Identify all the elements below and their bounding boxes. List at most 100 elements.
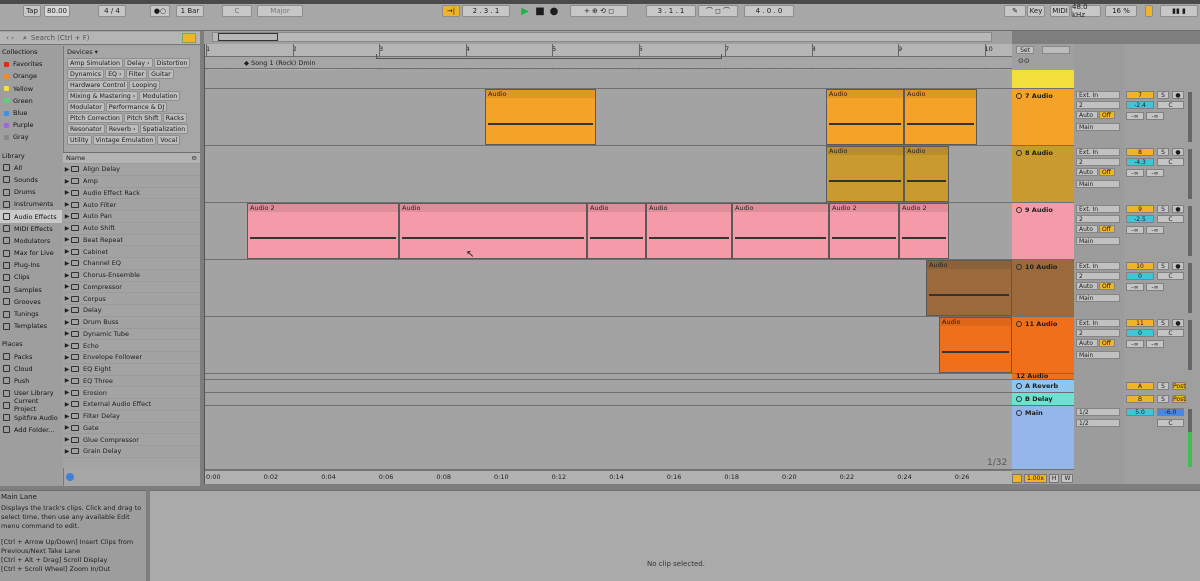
input-type-select[interactable]: Ext. In — [1076, 262, 1120, 270]
arm-button[interactable]: ● — [1172, 262, 1184, 270]
stop-icon[interactable]: ■ — [535, 5, 545, 17]
tag-reverb[interactable]: Reverb › — [105, 124, 139, 134]
browser-item-gate[interactable]: ▶ Gate — [63, 423, 200, 435]
input-type-select[interactable]: Ext. In — [1076, 205, 1120, 213]
overview-strip[interactable] — [212, 32, 992, 42]
track-fold-icon[interactable] — [1016, 150, 1022, 156]
track-lane[interactable] — [204, 317, 1012, 374]
pan-center[interactable]: C — [1157, 101, 1184, 109]
tag-distortion[interactable]: Distortion — [153, 58, 191, 68]
detail-view[interactable]: No clip selected. — [150, 490, 1200, 581]
audio-clip[interactable]: Audio — [939, 317, 1012, 373]
browser-item-eq-three[interactable]: ▶ EQ Three — [63, 376, 200, 388]
time-signature[interactable]: 4 / 4 — [98, 5, 126, 17]
expand-icon[interactable]: ▶ — [63, 413, 71, 420]
browser-item-compressor[interactable]: ▶ Compressor — [63, 282, 200, 294]
tag-delay[interactable]: Delay › — [123, 58, 153, 68]
output-select[interactable]: Main — [1076, 180, 1120, 188]
arm-button[interactable]: ● — [1172, 205, 1184, 213]
monitor-auto[interactable]: Auto — [1076, 168, 1098, 176]
key-map-button[interactable]: Key — [1027, 5, 1045, 17]
output-select[interactable]: Main — [1076, 294, 1120, 302]
expand-icon[interactable]: ▶ — [63, 342, 71, 349]
metronome-button[interactable]: ●○ — [150, 5, 170, 17]
library-item-sounds[interactable]: Sounds — [0, 174, 62, 186]
browser-item-erosion[interactable]: ▶ Erosion — [63, 387, 200, 399]
browser-item-channel-eq[interactable]: ▶ Channel EQ — [63, 258, 200, 270]
audio-clip[interactable]: Audio — [926, 260, 1012, 316]
solo-button[interactable]: S — [1157, 205, 1169, 213]
set-button[interactable]: Set — [1016, 46, 1034, 54]
track-fold-icon[interactable] — [1016, 207, 1022, 213]
monitor-auto[interactable]: Auto — [1076, 111, 1098, 119]
output-select[interactable]: Main — [1076, 123, 1120, 131]
main-in-1[interactable]: 1/2 — [1076, 408, 1120, 416]
input-type-select[interactable]: Ext. In — [1076, 148, 1120, 156]
browser-item-grain-delay[interactable]: ▶ Grain Delay — [63, 446, 200, 458]
key-scale-select[interactable]: Major — [257, 5, 303, 17]
collection-favorites[interactable]: Favorites — [0, 58, 62, 70]
tag-guitar[interactable]: Guitar — [148, 69, 174, 79]
browser-item-beat-repeat[interactable]: ▶ Beat Repeat — [63, 235, 200, 247]
places-item-add-folder[interactable]: Add Folder... — [0, 424, 62, 436]
library-item-templates[interactable]: Templates — [0, 320, 62, 332]
audio-clip[interactable]: Audio — [485, 89, 596, 145]
solo-button[interactable]: S — [1157, 262, 1169, 270]
browser-item-external-audio-effect[interactable]: ▶ External Audio Effect — [63, 399, 200, 411]
play-icon[interactable]: ▶ — [519, 5, 531, 17]
input-channel-select[interactable]: 2 — [1076, 329, 1120, 337]
return-post[interactable]: Post — [1172, 382, 1186, 390]
monitor-off[interactable]: Off — [1099, 282, 1115, 290]
browser-item-auto-pan[interactable]: ▶ Auto Pan — [63, 211, 200, 223]
places-item-current-project[interactable]: Current Project — [0, 397, 62, 413]
track-header-7-audio[interactable]: 7 Audio — [1012, 89, 1074, 146]
track-lane[interactable] — [204, 70, 1012, 89]
expand-icon[interactable]: ▶ — [63, 377, 71, 384]
expand-icon[interactable]: ▶ — [63, 178, 71, 185]
expand-icon[interactable]: ▶ — [63, 330, 71, 337]
quantization-select[interactable]: 1 Bar — [176, 5, 204, 17]
library-item-midi-effects[interactable]: MIDI Effects — [0, 223, 62, 235]
expand-icon[interactable]: ▶ — [63, 295, 71, 302]
browser-item-eq-eight[interactable]: ▶ EQ Eight — [63, 364, 200, 376]
places-item-cloud[interactable]: Cloud — [0, 363, 62, 375]
places-item-packs[interactable]: Packs — [0, 351, 62, 363]
search-input[interactable]: Search (Ctrl + F) — [31, 34, 90, 42]
audio-clip[interactable]: Audio — [826, 89, 904, 145]
main-track-header[interactable]: Main — [1012, 406, 1074, 470]
track-pan[interactable]: -2.5 — [1126, 215, 1154, 223]
follow-button[interactable]: →| — [442, 5, 460, 17]
browser-item-dynamic-tube[interactable]: ▶ Dynamic Tube — [63, 329, 200, 341]
track-options-icon[interactable] — [1042, 46, 1070, 54]
browser-item-audio-effect-rack[interactable]: ▶ Audio Effect Rack — [63, 188, 200, 200]
monitor-off[interactable]: Off — [1099, 339, 1115, 347]
key-root-select[interactable]: C — [222, 5, 252, 17]
library-item-all[interactable]: All — [0, 162, 62, 174]
library-item-plug-ins[interactable]: Plug-Ins — [0, 259, 62, 271]
send-a[interactable]: -∞ — [1126, 112, 1144, 120]
audio-clip[interactable]: Audio 2 — [247, 203, 399, 259]
main-pan[interactable]: -6.0 — [1157, 408, 1184, 416]
midi-map-button[interactable]: MIDI — [1050, 5, 1070, 17]
track-lane[interactable] — [204, 380, 1012, 393]
collapse-icon[interactable]: ⊖ — [192, 154, 197, 162]
loop-toggle[interactable]: ⌒ ◻ ⌒ — [698, 5, 738, 17]
return-solo[interactable]: S — [1157, 382, 1169, 390]
browser-item-auto-filter[interactable]: ▶ Auto Filter — [63, 199, 200, 211]
tag-modulator[interactable]: Modulator — [67, 102, 105, 112]
browser-item-amp[interactable]: ▶ Amp — [63, 176, 200, 188]
browser-item-echo[interactable]: ▶ Echo — [63, 340, 200, 352]
tag-utility[interactable]: Utility — [67, 135, 92, 145]
solo-button[interactable]: S — [1157, 319, 1169, 327]
audio-clip[interactable]: Audio — [587, 203, 646, 259]
track-pan[interactable]: 0 — [1126, 329, 1154, 337]
tag-racks[interactable]: Racks — [162, 113, 188, 123]
browser-item-auto-shift[interactable]: ▶ Auto Shift — [63, 223, 200, 235]
main-in-2[interactable]: 1/2 — [1076, 419, 1120, 427]
track-lane[interactable] — [204, 393, 1012, 406]
pan-center[interactable]: C — [1157, 329, 1184, 337]
follow-icon[interactable] — [1012, 473, 1022, 483]
track-header-10-audio[interactable]: 10 Audio — [1012, 260, 1074, 317]
expand-icon[interactable]: ▶ — [63, 166, 71, 173]
send-b[interactable]: -∞ — [1146, 283, 1164, 291]
